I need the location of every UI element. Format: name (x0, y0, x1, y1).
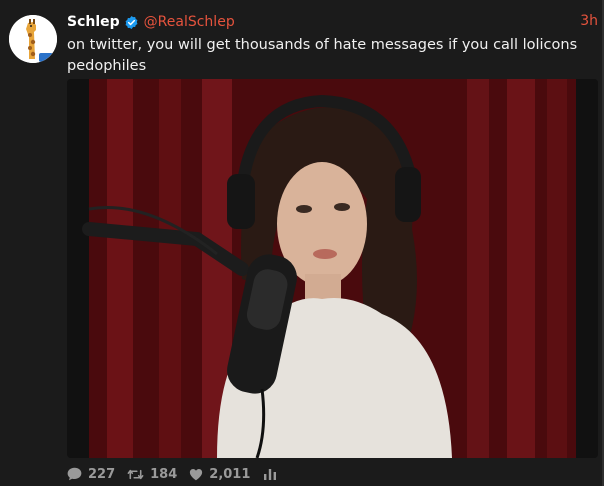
analytics-button[interactable] (264, 468, 282, 480)
author-handle[interactable]: @RealSchlep (144, 14, 235, 30)
reply-count: 227 (88, 466, 116, 482)
like-button[interactable]: 2,011 (189, 467, 250, 482)
tweet-text: on twitter, you will get thousands of ha… (67, 37, 578, 74)
tweet-stats: 227 184 2,011 (67, 465, 294, 483)
tweet-media[interactable] (67, 79, 598, 458)
retweet-icon (127, 469, 144, 479)
reply-button[interactable]: 227 (67, 467, 115, 482)
bar-chart-icon (264, 468, 277, 480)
heart-icon (190, 468, 203, 480)
like-count: 2,011 (209, 466, 251, 482)
podcast-photo (67, 79, 598, 458)
tweet-author: Schlep @RealSchlep (67, 12, 235, 32)
retweet-count: 184 (150, 466, 178, 482)
author-name[interactable]: Schlep (67, 14, 120, 30)
giraffe-avatar-icon (9, 15, 57, 63)
comment-bubble-icon (67, 467, 82, 481)
tweet-card[interactable]: Schlep @RealSchlep 3h on twitter, you wi… (0, 0, 604, 486)
verified-badge-icon (124, 15, 139, 30)
tweet-timestamp[interactable]: 3h (580, 13, 598, 29)
retweet-button[interactable]: 184 (127, 467, 177, 482)
avatar[interactable] (9, 15, 57, 63)
